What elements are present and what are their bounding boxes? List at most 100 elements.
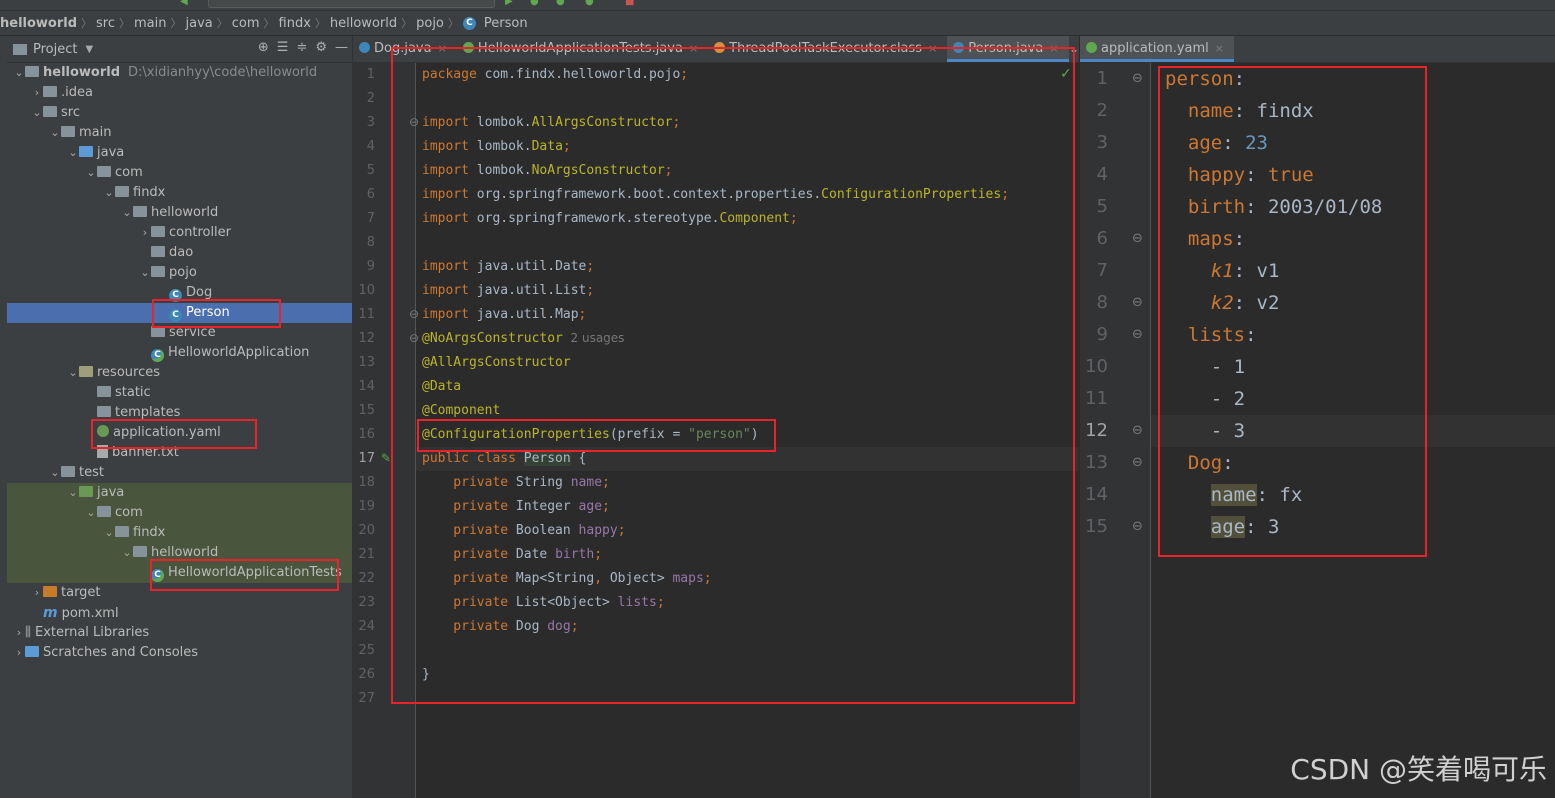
- tree-item-label: findx: [133, 185, 166, 200]
- fold-icon[interactable]: ⊖: [1132, 231, 1143, 246]
- line-number: 23: [358, 595, 375, 610]
- chevron-down-icon[interactable]: ⌄: [49, 123, 61, 143]
- breadcrumb-item[interactable]: findx: [275, 16, 315, 31]
- line-number: 22: [358, 571, 375, 586]
- line-number: 7: [1096, 260, 1108, 281]
- chevron-down-icon[interactable]: ⌄: [67, 483, 79, 503]
- line-number: 6: [366, 187, 375, 202]
- chevron-down-icon[interactable]: ⌄: [67, 363, 79, 383]
- tree-item[interactable]: ⌄ findx: [7, 523, 352, 543]
- fold-icon[interactable]: ⊖: [1132, 71, 1143, 86]
- tree-item[interactable]: › .idea: [7, 83, 352, 103]
- line-number: 4: [366, 139, 375, 154]
- folder-icon: [79, 486, 93, 497]
- fold-icon[interactable]: ⊖: [1132, 455, 1143, 470]
- hide-panel-icon[interactable]: —: [335, 40, 348, 55]
- breadcrumb-item[interactable]: Person: [480, 16, 532, 31]
- check-icon: ✓: [1060, 66, 1072, 82]
- breadcrumb-item[interactable]: src: [92, 16, 119, 31]
- collapse-all-icon[interactable]: ≑: [296, 40, 307, 55]
- tree-item[interactable]: ⌄ resources: [7, 363, 352, 383]
- breadcrumb-item[interactable]: helloworld: [326, 16, 401, 31]
- breadcrumb-item[interactable]: com: [228, 16, 264, 31]
- tree-item-label: External Libraries: [34, 625, 150, 640]
- tree-item[interactable]: ⌄ com: [7, 163, 352, 183]
- line-number: 11: [1085, 388, 1108, 409]
- editor-tab-label: application.yaml: [1101, 41, 1209, 56]
- fold-icon[interactable]: ⊖: [1132, 423, 1143, 438]
- breadcrumb-separator-icon: 〉: [119, 17, 131, 30]
- locate-icon[interactable]: ⊕: [258, 40, 269, 55]
- chevron-right-icon[interactable]: ›: [139, 223, 151, 243]
- tree-item[interactable]: C HelloworldApplication: [7, 343, 352, 363]
- chevron-right-icon[interactable]: ›: [13, 643, 25, 663]
- tree-item[interactable]: › Scratches and Consoles: [7, 643, 352, 663]
- chevron-right-icon[interactable]: ›: [31, 583, 43, 603]
- chevron-down-icon[interactable]: ⌄: [103, 183, 115, 203]
- fold-icon[interactable]: ⊖: [1132, 327, 1143, 342]
- chevron-right-icon[interactable]: ›: [13, 623, 25, 643]
- run-config-selector[interactable]: [208, 0, 495, 8]
- tree-item[interactable]: ⌄ com: [7, 503, 352, 523]
- tree-item[interactable]: dao: [7, 243, 352, 263]
- highlight-tests-tree: [150, 559, 339, 591]
- coverage-icon[interactable]: ●: [556, 0, 565, 7]
- chevron-down-icon[interactable]: ⌄: [139, 263, 151, 283]
- tree-item[interactable]: ⌄ src: [7, 103, 352, 123]
- editor-tab[interactable]: application.yaml ×: [1080, 36, 1234, 62]
- chevron-down-icon[interactable]: ⌄: [31, 103, 43, 123]
- breadcrumb-item[interactable]: helloworld: [0, 16, 81, 31]
- tree-item-label: java: [97, 145, 125, 160]
- tree-item[interactable]: › controller: [7, 223, 352, 243]
- spring-bean-icon[interactable]: ✎: [381, 451, 391, 465]
- chevron-down-icon[interactable]: ⌄: [49, 463, 61, 483]
- tree-item-label: pom.xml: [61, 606, 119, 621]
- tree-item[interactable]: ⌄ java: [7, 483, 352, 503]
- breadcrumb-item[interactable]: main: [130, 16, 170, 31]
- line-number: 4: [1096, 164, 1108, 185]
- tree-item[interactable]: ⌄ main: [7, 123, 352, 143]
- tree-item[interactable]: ⌄ findx: [7, 183, 352, 203]
- breadcrumb-separator-icon: 〉: [447, 17, 459, 30]
- line-number: 25: [358, 643, 375, 658]
- line-number: 13: [1085, 452, 1108, 473]
- line-number: 2: [1096, 100, 1108, 121]
- tree-item-label: helloworld: [151, 545, 219, 560]
- tree-item-label: main: [79, 125, 112, 140]
- fold-icon[interactable]: ⊖: [1132, 519, 1143, 534]
- chevron-right-icon[interactable]: ›: [31, 83, 43, 103]
- line-number: 8: [366, 235, 375, 250]
- tree-item[interactable]: m pom.xml: [7, 603, 352, 623]
- debug-icon[interactable]: ●: [530, 0, 539, 7]
- profile-icon[interactable]: ●: [585, 0, 594, 7]
- chevron-down-icon[interactable]: ⌄: [67, 143, 79, 163]
- stop-icon[interactable]: ■: [625, 0, 634, 7]
- breadcrumb-item[interactable]: pojo: [412, 16, 448, 31]
- gear-icon[interactable]: ⚙: [315, 40, 327, 55]
- chevron-down-icon[interactable]: ⌄: [103, 523, 115, 543]
- chevron-down-icon[interactable]: ⌄: [13, 63, 25, 83]
- breadcrumb-item[interactable]: java: [182, 16, 217, 31]
- line-number: 9: [1096, 324, 1108, 345]
- run-icon[interactable]: ▶: [505, 0, 513, 7]
- chevron-down-icon[interactable]: ⌄: [121, 203, 133, 223]
- tree-item[interactable]: ⌄ pojo: [7, 263, 352, 283]
- tree-item[interactable]: static: [7, 383, 352, 403]
- expand-all-icon[interactable]: ☰: [277, 40, 289, 55]
- tree-item[interactable]: ⌄ java: [7, 143, 352, 163]
- line-number: 10: [358, 283, 375, 298]
- tree-item[interactable]: › ⫼ External Libraries: [7, 623, 352, 643]
- chevron-down-icon[interactable]: ⌄: [85, 503, 97, 523]
- project-panel-title[interactable]: Project: [33, 42, 77, 57]
- package-icon: [151, 246, 165, 257]
- class-icon: C: [462, 16, 476, 30]
- tree-item[interactable]: ⌄ helloworld: [7, 203, 352, 223]
- close-icon[interactable]: ×: [1215, 42, 1224, 55]
- fold-icon[interactable]: ⊖: [1132, 295, 1143, 310]
- chevron-down-icon[interactable]: ⌄: [121, 543, 133, 563]
- chevron-down-icon[interactable]: ▼: [85, 44, 93, 55]
- tree-item[interactable]: ⌄ test: [7, 463, 352, 483]
- tree-item[interactable]: ⌄ helloworld D:\xidianhyy\code\helloworld: [7, 63, 352, 83]
- chevron-down-icon[interactable]: ⌄: [85, 163, 97, 183]
- back-icon[interactable]: ◀: [180, 0, 188, 7]
